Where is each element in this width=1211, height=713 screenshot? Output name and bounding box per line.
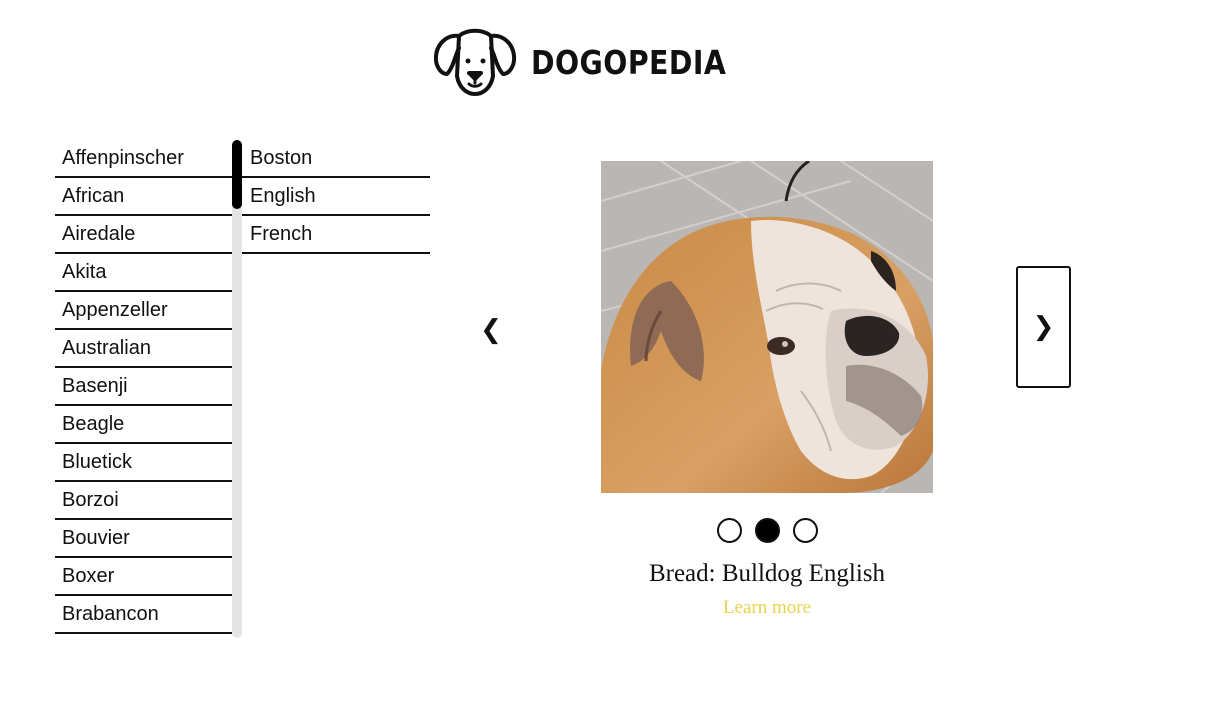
breed-list-item[interactable]: Bouvier bbox=[55, 520, 232, 558]
breed-list-scroll-thumb[interactable] bbox=[232, 140, 242, 209]
breed-list-scrollbar[interactable] bbox=[232, 140, 242, 638]
sub-breed-list-item[interactable]: Boston bbox=[242, 140, 430, 178]
dog-photo bbox=[601, 161, 933, 493]
carousel-indicators bbox=[717, 518, 818, 543]
carousel-next-button[interactable]: ❯ bbox=[1016, 266, 1071, 388]
breed-list-item[interactable]: Basenji bbox=[55, 368, 232, 406]
carousel-dot-2[interactable] bbox=[755, 518, 780, 543]
breed-list: Affenpinscher African Airedale Akita Appenze… bbox=[55, 140, 232, 634]
carousel-dot-3[interactable] bbox=[793, 518, 818, 543]
sub-breed-list: Boston English French bbox=[242, 140, 430, 254]
dog-face-icon bbox=[433, 26, 517, 98]
learn-more-link[interactable]: Learn more bbox=[567, 597, 967, 619]
breed-list-item[interactable]: Appenzeller bbox=[55, 292, 232, 330]
breed-list-item[interactable]: Boxer bbox=[55, 558, 232, 596]
breed-list-panel: Affenpinscher African Airedale Akita Appenze… bbox=[55, 140, 242, 640]
page: DOGOPEDIA Affenpinscher African Airedale Ak… bbox=[0, 0, 1211, 713]
chevron-right-icon: ❯ bbox=[1032, 312, 1055, 342]
breed-list-item[interactable]: African bbox=[55, 178, 232, 216]
breed-caption: Bread: Bulldog English bbox=[648, 560, 886, 587]
breed-list-item[interactable]: Airedale bbox=[55, 216, 232, 254]
breed-list-item[interactable]: Borzoi bbox=[55, 482, 232, 520]
breed-list-item[interactable]: Beagle bbox=[55, 406, 232, 444]
carousel-prev-button[interactable]: ❮ bbox=[478, 310, 504, 350]
breed-list-item[interactable]: Australian bbox=[55, 330, 232, 368]
sub-breed-list-item[interactable]: English bbox=[242, 178, 430, 216]
logo[interactable]: DOGOPEDIA bbox=[433, 26, 758, 98]
breed-list-item[interactable]: Bluetick bbox=[55, 444, 232, 482]
chevron-left-icon: ❮ bbox=[480, 315, 502, 345]
breed-list-item[interactable]: Brabancon bbox=[55, 596, 232, 634]
sub-breed-list-item[interactable]: French bbox=[242, 216, 430, 254]
carousel-dot-1[interactable] bbox=[717, 518, 742, 543]
brand-name: DOGOPEDIA bbox=[531, 42, 727, 82]
breed-list-item[interactable]: Affenpinscher bbox=[55, 140, 232, 178]
breed-list-item[interactable]: Akita bbox=[55, 254, 232, 292]
